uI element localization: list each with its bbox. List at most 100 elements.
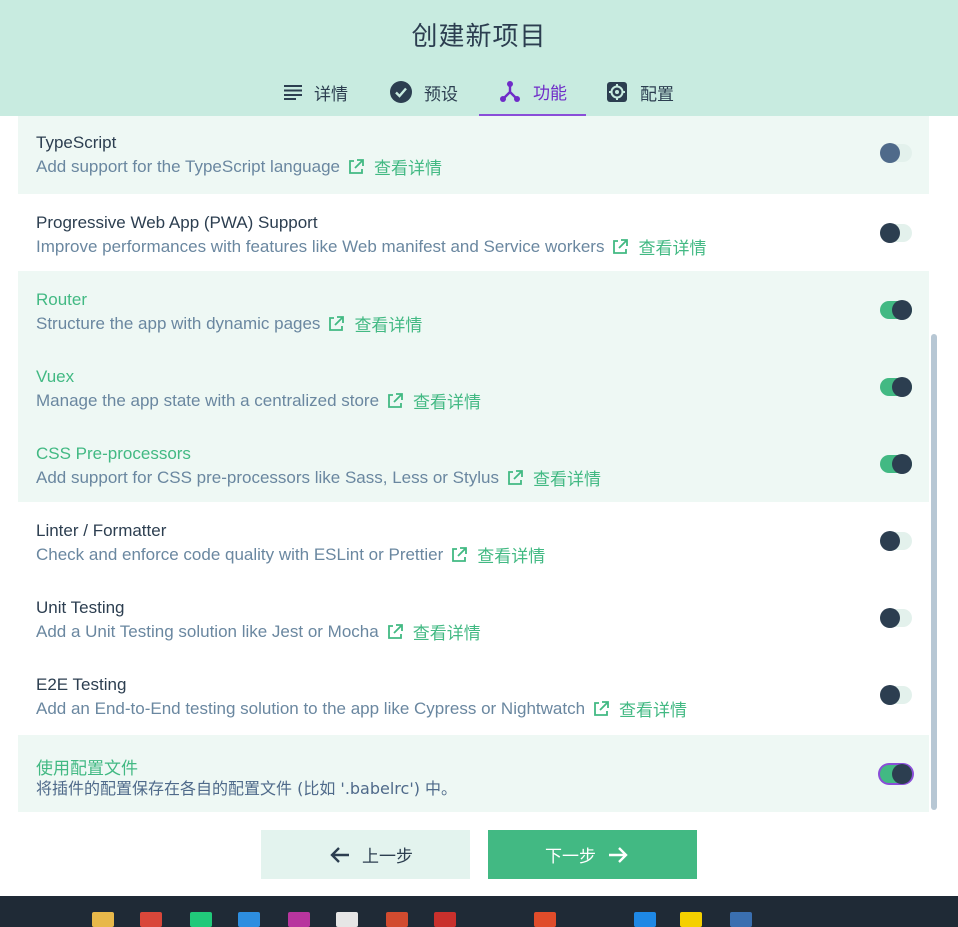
feature-desc: Structure the app with dynamic pages 查看详… (36, 311, 422, 337)
feature-name: CSS Pre-processors (36, 444, 191, 463)
toggle-knob (892, 454, 912, 474)
app-icon[interactable] (534, 912, 556, 927)
feature-desc-text: Check and enforce code quality with ESLi… (36, 544, 444, 564)
more-link[interactable]: 查看详情 (413, 619, 481, 644)
feature-toggle[interactable] (880, 685, 912, 705)
external-link-icon[interactable] (348, 158, 364, 175)
app-icon[interactable] (434, 912, 456, 927)
feature-css-preprocessors[interactable]: CSS Pre-processors Add support for CSS p… (18, 425, 929, 502)
feature-toggle[interactable] (880, 377, 912, 397)
app-icon[interactable] (730, 912, 752, 927)
arrow-left-icon (330, 846, 349, 863)
external-link-icon[interactable] (612, 238, 629, 255)
toggle-knob (880, 608, 900, 628)
feature-typescript[interactable]: TypeScript Add support for the TypeScrip… (18, 116, 929, 194)
feature-name: Router (36, 290, 88, 309)
external-link-icon[interactable] (387, 623, 403, 640)
more-link[interactable]: 查看详情 (533, 465, 601, 490)
feature-toggle[interactable] (880, 531, 912, 551)
pycharm-icon[interactable] (190, 912, 212, 927)
list-icon (284, 85, 302, 100)
scrollbar[interactable] (931, 334, 937, 810)
feature-use-config-files[interactable]: 使用配置文件 将插件的配置保存在各自的配置文件 (比如 '.babelrc') … (18, 735, 929, 812)
page-title: 创建新项目 (411, 22, 547, 52)
tab-details[interactable]: 详情 (284, 68, 348, 116)
feature-desc: Add an End-to-End testing solution to th… (36, 696, 687, 722)
feature-unit-testing[interactable]: Unit Testing Add a Unit Testing solution… (18, 579, 929, 656)
header: 创建新项目 详情 预设 功能 配置 (0, 0, 958, 116)
toggle-knob (880, 685, 900, 705)
tab-presets[interactable]: 预设 (390, 68, 458, 116)
prev-button-label: 上一步 (362, 847, 413, 867)
external-link-icon[interactable] (593, 700, 609, 717)
feature-name: Progressive Web App (PWA) Support (36, 213, 318, 232)
external-link-icon[interactable] (451, 546, 468, 563)
feature-name: Unit Testing (36, 598, 125, 617)
feature-desc-text: Add support for the TypeScript language (36, 156, 340, 176)
feature-desc-text: Add an End-to-End testing solution to th… (36, 698, 586, 718)
gear-icon (607, 82, 627, 102)
more-link[interactable]: 查看详情 (638, 234, 706, 259)
feature-toggle[interactable] (880, 300, 912, 320)
toggle-knob (892, 300, 912, 320)
tab-features[interactable]: 功能 (479, 68, 586, 116)
prev-button[interactable]: 上一步 (261, 830, 470, 879)
feature-desc-text: 将插件的配置保存在各自的配置文件 (比如 '.babelrc') 中。 (36, 779, 458, 798)
feature-desc: Check and enforce code quality with ESLi… (36, 542, 545, 568)
feature-desc-text: Structure the app with dynamic pages (36, 313, 321, 333)
feature-toggle[interactable] (880, 454, 912, 474)
feature-desc: Improve performances with features like … (36, 234, 706, 260)
external-link-icon[interactable] (328, 315, 345, 332)
toggle-knob (880, 143, 900, 163)
vscode-icon[interactable] (238, 912, 260, 927)
feature-toggle[interactable] (880, 608, 912, 628)
feature-desc: Manage the app state with a centralized … (36, 388, 481, 414)
app-icon[interactable] (680, 912, 702, 927)
tab-details-label: 详情 (314, 84, 348, 105)
feature-name: Linter / Formatter (36, 521, 167, 540)
ide-icon[interactable] (288, 912, 310, 927)
tab-features-label: 功能 (533, 83, 567, 104)
branch-icon (500, 81, 520, 102)
external-link-icon[interactable] (387, 392, 403, 409)
feature-linter[interactable]: Linter / Formatter Check and enforce cod… (18, 502, 929, 579)
feature-desc: Add a Unit Testing solution like Jest or… (36, 619, 481, 645)
app-icon[interactable] (386, 912, 408, 927)
feature-desc-text: Add a Unit Testing solution like Jest or… (36, 621, 379, 641)
chrome-icon[interactable] (140, 912, 162, 927)
feature-toggle[interactable] (880, 143, 912, 163)
external-link-icon[interactable] (507, 469, 523, 486)
folder-icon[interactable] (92, 912, 114, 927)
toggle-knob (892, 764, 912, 784)
more-link[interactable]: 查看详情 (477, 542, 545, 567)
arrow-right-icon (609, 846, 628, 863)
feature-pwa[interactable]: Progressive Web App (PWA) Support Improv… (18, 194, 929, 271)
feature-desc-text: Improve performances with features like … (36, 236, 605, 256)
tab-config[interactable]: 配置 (606, 68, 674, 116)
feature-e2e-testing[interactable]: E2E Testing Add an End-to-End testing so… (18, 656, 929, 733)
more-link[interactable]: 查看详情 (374, 154, 442, 179)
toggle-knob (880, 223, 900, 243)
app-icon[interactable] (634, 912, 656, 927)
feature-toggle[interactable] (880, 764, 912, 784)
tab-config-label: 配置 (640, 84, 674, 105)
feature-desc-text: Add support for CSS pre-processors like … (36, 467, 499, 487)
more-link[interactable]: 查看详情 (619, 696, 687, 721)
feature-name: Vuex (36, 367, 75, 386)
feature-router[interactable]: Router Structure the app with dynamic pa… (18, 271, 929, 348)
feature-vuex[interactable]: Vuex Manage the app state with a central… (18, 348, 929, 425)
toggle-knob (892, 377, 912, 397)
more-link[interactable]: 查看详情 (413, 388, 481, 413)
feature-name: TypeScript (36, 133, 117, 152)
feature-list: TypeScript Add support for the TypeScrip… (18, 116, 929, 812)
feature-desc-text: Manage the app state with a centralized … (36, 390, 380, 410)
next-button[interactable]: 下一步 (488, 830, 697, 879)
feature-desc: Add support for the TypeScript language … (36, 154, 442, 180)
feature-desc: 将插件的配置保存在各自的配置文件 (比如 '.babelrc') 中。 (36, 775, 457, 799)
feature-desc: Add support for CSS pre-processors like … (36, 465, 601, 491)
feature-name: E2E Testing (36, 675, 127, 694)
feature-toggle[interactable] (880, 223, 912, 243)
file-icon[interactable] (336, 912, 358, 927)
tab-presets-label: 预设 (424, 84, 458, 105)
more-link[interactable]: 查看详情 (354, 311, 422, 336)
